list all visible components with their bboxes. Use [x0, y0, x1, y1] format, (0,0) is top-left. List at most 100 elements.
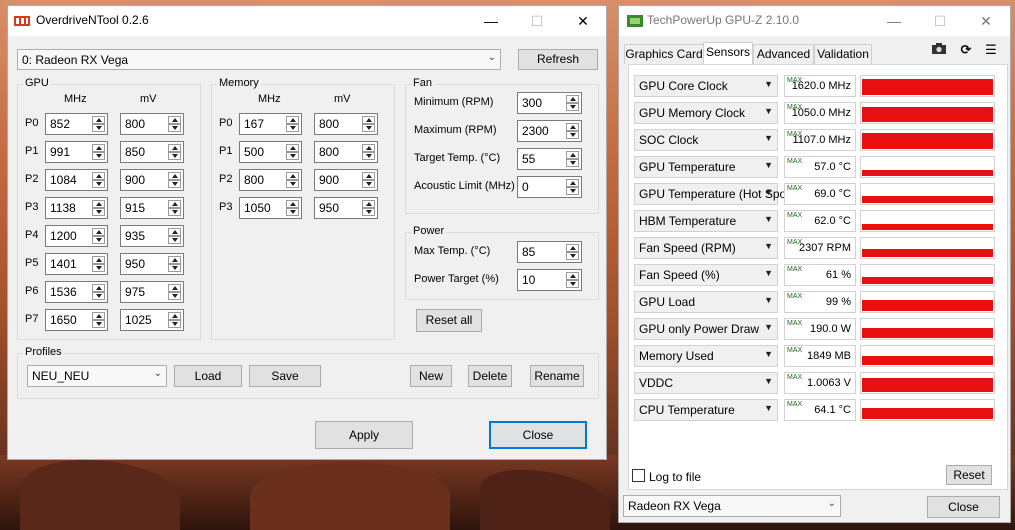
spin-up-icon[interactable]: [286, 200, 299, 208]
menu-icon[interactable]: ☰: [982, 42, 1000, 58]
spinner-arrows[interactable]: [566, 244, 579, 260]
memory-p2-mhz-input[interactable]: 800: [239, 169, 302, 191]
gpuz-titlebar[interactable]: TechPowerUp GPU-Z 2.10.0 — ☐ ✕: [619, 6, 1010, 36]
spin-down-icon[interactable]: [362, 180, 375, 188]
spinner-arrows[interactable]: [168, 312, 181, 328]
spin-up-icon[interactable]: [566, 123, 579, 131]
spin-up-icon[interactable]: [286, 144, 299, 152]
spin-down-icon[interactable]: [168, 124, 181, 132]
spinner-arrows[interactable]: [92, 200, 105, 216]
fan-row-0-input[interactable]: 300: [517, 92, 582, 114]
gpu-p0-mv-input[interactable]: 800: [120, 113, 184, 135]
sensor-name-select[interactable]: Memory Used ▼: [634, 345, 778, 367]
spinner-arrows[interactable]: [168, 144, 181, 160]
gpu-p2-mv-input[interactable]: 900: [120, 169, 184, 191]
gpu-p4-mv-input[interactable]: 935: [120, 225, 184, 247]
spin-down-icon[interactable]: [168, 292, 181, 300]
spinner-arrows[interactable]: [92, 284, 105, 300]
spin-up-icon[interactable]: [566, 95, 579, 103]
spinner-arrows[interactable]: [286, 200, 299, 216]
gpu-p1-mhz-input[interactable]: 991: [45, 141, 108, 163]
tab-validation[interactable]: Validation: [814, 44, 872, 64]
gpuz-minimize-button[interactable]: —: [871, 6, 917, 36]
gpu-p6-mv-input[interactable]: 975: [120, 281, 184, 303]
spin-up-icon[interactable]: [168, 228, 181, 236]
gpu-p7-mv-input[interactable]: 1025: [120, 309, 184, 331]
close-button[interactable]: Close: [489, 421, 587, 449]
gpu-p3-mv-input[interactable]: 915: [120, 197, 184, 219]
memory-p0-mhz-input[interactable]: 167: [239, 113, 302, 135]
spin-up-icon[interactable]: [566, 179, 579, 187]
fan-row-2-input[interactable]: 55: [517, 148, 582, 170]
spinner-arrows[interactable]: [168, 228, 181, 244]
spinner-arrows[interactable]: [362, 172, 375, 188]
spinner-arrows[interactable]: [92, 228, 105, 244]
spin-down-icon[interactable]: [168, 208, 181, 216]
fan-row-3-input[interactable]: 0: [517, 176, 582, 198]
spin-down-icon[interactable]: [92, 152, 105, 160]
tab-sensors[interactable]: Sensors: [703, 42, 753, 65]
spin-up-icon[interactable]: [286, 172, 299, 180]
spin-up-icon[interactable]: [286, 116, 299, 124]
spin-down-icon[interactable]: [168, 152, 181, 160]
spin-down-icon[interactable]: [168, 236, 181, 244]
device-select[interactable]: 0: Radeon RX Vega ⌄: [17, 49, 501, 70]
spinner-arrows[interactable]: [362, 116, 375, 132]
spin-down-icon[interactable]: [92, 208, 105, 216]
rename-profile-button[interactable]: Rename: [530, 365, 584, 387]
sensor-name-select[interactable]: Fan Speed (%) ▼: [634, 264, 778, 286]
sensor-name-select[interactable]: HBM Temperature ▼: [634, 210, 778, 232]
memory-p1-mv-input[interactable]: 800: [314, 141, 378, 163]
gpu-p7-mhz-input[interactable]: 1650: [45, 309, 108, 331]
spinner-arrows[interactable]: [92, 172, 105, 188]
memory-p3-mv-input[interactable]: 950: [314, 197, 378, 219]
spinner-arrows[interactable]: [286, 116, 299, 132]
spin-down-icon[interactable]: [566, 187, 579, 195]
spinner-arrows[interactable]: [168, 284, 181, 300]
gpu-p2-mhz-input[interactable]: 1084: [45, 169, 108, 191]
spin-down-icon[interactable]: [286, 152, 299, 160]
spin-down-icon[interactable]: [286, 124, 299, 132]
sensor-name-select[interactable]: GPU Load ▼: [634, 291, 778, 313]
spin-down-icon[interactable]: [566, 280, 579, 288]
gpu-p5-mhz-input[interactable]: 1401: [45, 253, 108, 275]
spin-up-icon[interactable]: [92, 312, 105, 320]
spin-up-icon[interactable]: [168, 284, 181, 292]
gpu-p0-mhz-input[interactable]: 852: [45, 113, 108, 135]
spin-up-icon[interactable]: [92, 144, 105, 152]
spin-up-icon[interactable]: [566, 151, 579, 159]
spin-down-icon[interactable]: [92, 264, 105, 272]
gpuz-device-select[interactable]: Radeon RX Vega ⌄: [623, 495, 841, 517]
tab-advanced[interactable]: Advanced: [753, 44, 814, 64]
sensor-name-select[interactable]: CPU Temperature ▼: [634, 399, 778, 421]
gpuz-close-window-button[interactable]: ✕: [963, 6, 1009, 36]
spin-down-icon[interactable]: [566, 159, 579, 167]
spin-up-icon[interactable]: [92, 116, 105, 124]
power-row-1-input[interactable]: 10: [517, 269, 582, 291]
spin-up-icon[interactable]: [168, 172, 181, 180]
spin-down-icon[interactable]: [168, 320, 181, 328]
gpuz-reset-button[interactable]: Reset: [946, 465, 992, 485]
new-profile-button[interactable]: New: [410, 365, 452, 387]
spin-down-icon[interactable]: [168, 180, 181, 188]
gpu-p3-mhz-input[interactable]: 1138: [45, 197, 108, 219]
spinner-arrows[interactable]: [168, 200, 181, 216]
spinner-arrows[interactable]: [362, 200, 375, 216]
save-profile-button[interactable]: Save: [249, 365, 321, 387]
sensor-name-select[interactable]: SOC Clock ▼: [634, 129, 778, 151]
spinner-arrows[interactable]: [286, 172, 299, 188]
spinner-arrows[interactable]: [92, 144, 105, 160]
sensor-name-select[interactable]: GPU Core Clock ▼: [634, 75, 778, 97]
spinner-arrows[interactable]: [92, 312, 105, 328]
load-profile-button[interactable]: Load: [174, 365, 242, 387]
tab-graphics-card[interactable]: Graphics Card: [624, 44, 704, 64]
power-row-0-input[interactable]: 85: [517, 241, 582, 263]
spin-up-icon[interactable]: [92, 200, 105, 208]
sensor-name-select[interactable]: GPU only Power Draw ▼: [634, 318, 778, 340]
spinner-arrows[interactable]: [168, 172, 181, 188]
spin-up-icon[interactable]: [362, 172, 375, 180]
spin-down-icon[interactable]: [362, 152, 375, 160]
spin-up-icon[interactable]: [566, 272, 579, 280]
spinner-arrows[interactable]: [566, 95, 579, 111]
camera-icon[interactable]: [930, 42, 948, 58]
